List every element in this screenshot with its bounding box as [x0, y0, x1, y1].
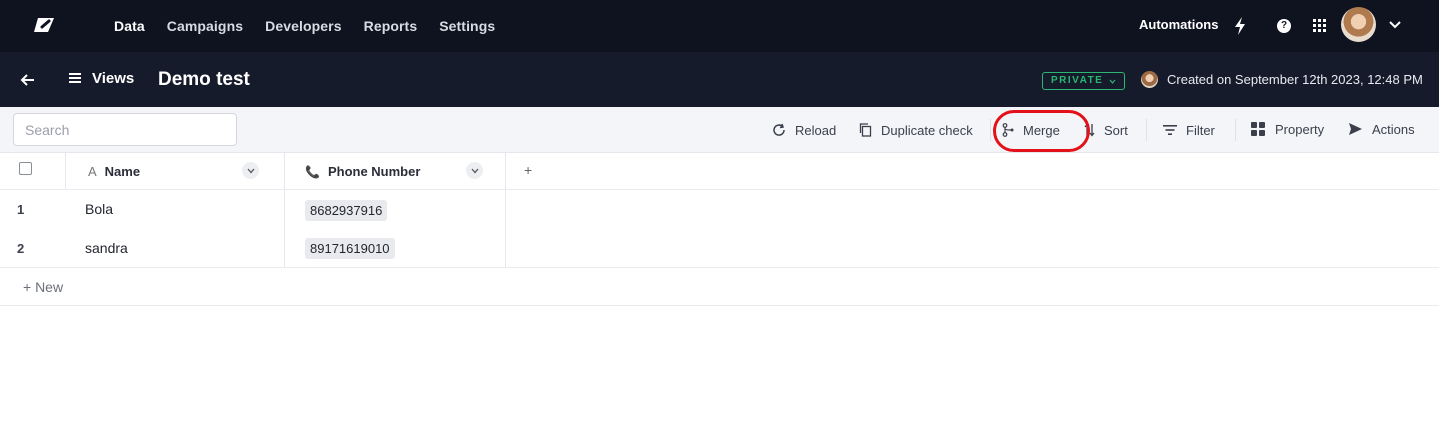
phone-cell[interactable]: 89171619010	[305, 238, 395, 259]
duplicate-check-button[interactable]: Duplicate check	[859, 121, 973, 139]
name-cell[interactable]: sandra	[85, 240, 128, 256]
select-all-checkbox[interactable]	[19, 162, 32, 175]
send-icon	[1349, 123, 1362, 135]
toolbar-divider	[1146, 119, 1147, 141]
created-date: Created on September 12th 2023, 12:48 PM	[1167, 72, 1423, 87]
column-label: Phone Number	[327, 164, 421, 179]
brand-logo-icon[interactable]	[32, 14, 58, 36]
name-cell[interactable]: Bola	[85, 201, 113, 217]
property-label: Property	[1275, 121, 1325, 137]
filter-button[interactable]: Filter	[1163, 121, 1215, 139]
reload-icon	[773, 123, 785, 136]
merge-icon	[1002, 123, 1014, 137]
sort-icon	[1084, 123, 1095, 137]
search-input[interactable]	[13, 113, 237, 146]
table-row[interactable]: 1 Bola 8682937916	[0, 190, 1439, 229]
duplicate-check-label: Duplicate check	[881, 122, 973, 138]
help-icon[interactable]: ?	[1277, 19, 1291, 33]
nav-data[interactable]: Data	[114, 18, 145, 34]
column-header-name[interactable]: A Name	[88, 164, 140, 179]
views-menu-label[interactable]: Views	[92, 70, 134, 87]
creator-avatar	[1141, 71, 1158, 88]
filter-icon	[1163, 125, 1177, 135]
top-navbar: Data Campaigns Developers Reports Settin…	[0, 0, 1439, 52]
column-header-phone[interactable]: 📞 Phone Number	[305, 164, 420, 179]
toolbar-divider	[1235, 119, 1236, 141]
text-type-icon: A	[88, 164, 97, 179]
nav-reports[interactable]: Reports	[364, 18, 418, 34]
phone-cell[interactable]: 8682937916	[305, 200, 388, 221]
phone-icon: 📞	[305, 164, 320, 179]
column-menu-button[interactable]	[466, 162, 483, 179]
view-header: Views Demo test PRIVATE Created on Septe…	[0, 52, 1439, 107]
new-row: + New	[0, 267, 1439, 306]
reload-button[interactable]: Reload	[772, 121, 836, 139]
nav-settings[interactable]: Settings	[439, 18, 495, 34]
automations-link[interactable]: Automations	[1139, 17, 1218, 32]
add-column-button[interactable]: +	[524, 162, 532, 178]
nav-developers[interactable]: Developers	[265, 18, 341, 34]
actions-button[interactable]: Actions	[1348, 120, 1415, 138]
chevron-down-icon	[471, 168, 478, 173]
copy-icon	[859, 123, 872, 137]
chevron-down-icon	[1109, 79, 1116, 84]
column-label: Name	[104, 164, 141, 179]
reload-label: Reload	[795, 122, 837, 138]
toolbar-divider	[990, 119, 991, 141]
table-row[interactable]: 2 sandra 89171619010	[0, 229, 1439, 268]
column-menu-button[interactable]	[242, 162, 259, 179]
user-avatar[interactable]	[1341, 7, 1376, 42]
menu-icon[interactable]	[69, 72, 81, 84]
sort-label: Sort	[1104, 122, 1128, 138]
privacy-badge[interactable]: PRIVATE	[1042, 72, 1126, 90]
back-arrow-icon[interactable]	[20, 72, 36, 88]
actions-label: Actions	[1372, 121, 1415, 137]
filter-label: Filter	[1186, 122, 1215, 138]
page-title: Demo test	[158, 69, 250, 90]
sort-button[interactable]: Sort	[1084, 121, 1128, 139]
merge-button[interactable]: Merge	[1002, 121, 1060, 139]
nav-campaigns[interactable]: Campaigns	[167, 18, 243, 34]
row-number: 1	[17, 202, 25, 217]
property-icon	[1251, 122, 1265, 136]
property-button[interactable]: Property	[1250, 120, 1324, 138]
apps-grid-icon[interactable]	[1313, 19, 1326, 32]
chevron-down-icon	[247, 168, 254, 173]
privacy-badge-label: PRIVATE	[1051, 75, 1104, 86]
add-row-button[interactable]: + New	[23, 279, 63, 295]
bolt-icon[interactable]	[1233, 16, 1247, 36]
chevron-down-icon[interactable]	[1388, 18, 1402, 32]
row-number: 2	[17, 241, 25, 256]
merge-label: Merge	[1023, 122, 1060, 138]
table-header: A Name 📞 Phone Number +	[0, 153, 1439, 190]
main-nav: Data Campaigns Developers Reports Settin…	[114, 0, 495, 52]
toolbar: Reload Duplicate check Merge Sort	[0, 107, 1439, 153]
